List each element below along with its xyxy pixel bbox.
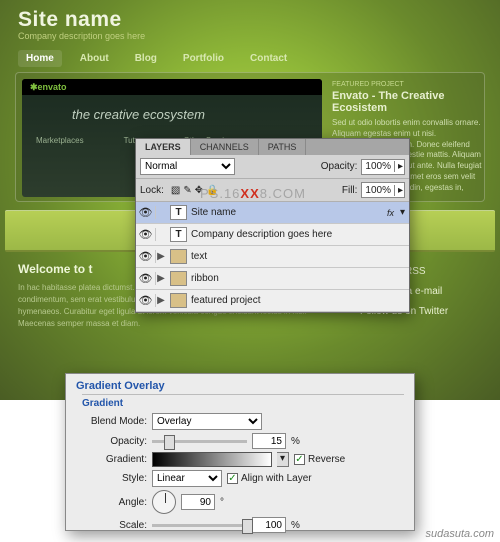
layer-list: 👁 T Site name fx ▾ 👁 T Company descripti…	[136, 202, 409, 312]
visibility-icon[interactable]: 👁	[136, 250, 156, 263]
image-credit: sudasuta.com	[426, 528, 494, 540]
fill-field[interactable]: 100%▸	[361, 182, 405, 198]
featured-label: FEATURED PROJECT	[332, 81, 482, 88]
disclosure-triangle-icon[interactable]: ▶	[156, 295, 166, 306]
chevron-down-icon[interactable]: ▾	[400, 207, 409, 218]
gradient-overlay-panel[interactable]: Gradient Overlay Gradient Blend Mode: Ov…	[65, 373, 415, 531]
layer-name[interactable]: featured project	[191, 295, 409, 306]
align-checkbox[interactable]: ✓Align with Layer	[227, 473, 312, 484]
visibility-icon[interactable]: 👁	[136, 294, 156, 307]
fx-badge[interactable]: fx	[381, 208, 400, 218]
nav-portfolio[interactable]: Portfolio	[175, 50, 232, 67]
percent-label: %	[291, 436, 300, 447]
lock-move-icon[interactable]: ✥	[195, 185, 203, 196]
lock-label: Lock:	[140, 185, 164, 196]
envato-tagline: the creative ecosystem	[72, 107, 322, 122]
nav-home[interactable]: Home	[18, 50, 62, 67]
layer-name[interactable]: text	[191, 251, 409, 262]
lock-all-icon[interactable]: 🔒	[206, 185, 218, 196]
text-layer-icon: T	[170, 227, 187, 242]
style-select[interactable]: Linear	[152, 470, 222, 487]
section-heading: Gradient	[82, 394, 404, 409]
visibility-icon[interactable]: 👁	[136, 206, 156, 219]
nav-about[interactable]: About	[72, 50, 117, 67]
folder-icon	[170, 293, 187, 308]
chevron-down-icon[interactable]: ▾	[277, 452, 289, 467]
layer-name[interactable]: Company description goes here	[191, 229, 409, 240]
tab-paths[interactable]: PATHS	[259, 139, 307, 155]
tab-layers[interactable]: LAYERS	[136, 139, 191, 155]
envato-logo: ✱envato	[30, 82, 67, 93]
col-marketplaces: Marketplaces	[36, 136, 84, 145]
text-layer-icon: T	[170, 205, 187, 220]
layer-name[interactable]: ribbon	[191, 273, 409, 284]
layer-row[interactable]: 👁▶ text	[136, 246, 409, 268]
style-label: Style:	[82, 473, 147, 484]
opacity-slider[interactable]	[152, 440, 247, 443]
reverse-checkbox[interactable]: ✓Reverse	[294, 454, 345, 465]
chevron-right-icon[interactable]: ▸	[394, 185, 404, 196]
angle-label: Angle:	[82, 497, 147, 508]
disclosure-triangle-icon[interactable]: ▶	[156, 273, 166, 284]
layer-row[interactable]: 👁 T Company description goes here	[136, 224, 409, 246]
opacity-label: Opacity:	[321, 161, 358, 172]
folder-icon	[170, 271, 187, 286]
blend-mode-select[interactable]: Normal	[140, 158, 235, 175]
folder-icon	[170, 249, 187, 264]
lock-brush-icon[interactable]: ✎	[183, 185, 191, 196]
main-nav: Home About Blog Portfolio Contact	[18, 50, 295, 67]
blend-mode-select[interactable]: Overlay	[152, 413, 262, 430]
angle-input[interactable]	[181, 494, 215, 510]
disclosure-triangle-icon[interactable]: ▶	[156, 251, 166, 262]
chevron-right-icon[interactable]: ▸	[394, 161, 404, 172]
visibility-icon[interactable]: 👁	[136, 272, 156, 285]
visibility-icon[interactable]: 👁	[136, 228, 156, 241]
opacity-input[interactable]	[252, 433, 286, 449]
fill-label: Fill:	[342, 185, 358, 196]
layer-row[interactable]: 👁▶ ribbon	[136, 268, 409, 290]
layer-name[interactable]: Site name	[191, 207, 381, 218]
site-description: Company description goes here	[18, 31, 145, 41]
panel-title: Gradient Overlay	[76, 380, 404, 392]
angle-dial[interactable]	[152, 490, 176, 514]
gradient-swatch[interactable]	[152, 452, 272, 467]
opacity-label: Opacity:	[82, 436, 147, 447]
nav-blog[interactable]: Blog	[127, 50, 165, 67]
lock-icons: ▧ ✎ ✥ 🔒	[171, 185, 219, 196]
featured-title: Envato - The Creative Ecosistem	[332, 90, 482, 114]
nav-contact[interactable]: Contact	[242, 50, 295, 67]
degree-label: °	[220, 497, 224, 508]
opacity-field[interactable]: 100%▸	[361, 159, 405, 175]
panel-tabs: LAYERS CHANNELS PATHS	[136, 139, 409, 155]
site-title: Site name	[18, 8, 122, 32]
blend-mode-label: Blend Mode:	[82, 416, 147, 427]
gradient-label: Gradient:	[82, 454, 147, 465]
percent-label: %	[291, 520, 300, 531]
scale-input[interactable]	[252, 517, 286, 533]
layer-row[interactable]: 👁 T Site name fx ▾	[136, 202, 409, 224]
scale-slider[interactable]	[152, 524, 247, 527]
welcome-title: Welcome to t	[18, 262, 92, 276]
lock-transparency-icon[interactable]: ▧	[171, 185, 180, 196]
scale-label: Scale:	[82, 520, 147, 531]
tab-channels[interactable]: CHANNELS	[191, 139, 259, 155]
layers-panel[interactable]: LAYERS CHANNELS PATHS Normal Opacity: 10…	[135, 138, 410, 313]
layer-row[interactable]: 👁▶ featured project	[136, 290, 409, 312]
